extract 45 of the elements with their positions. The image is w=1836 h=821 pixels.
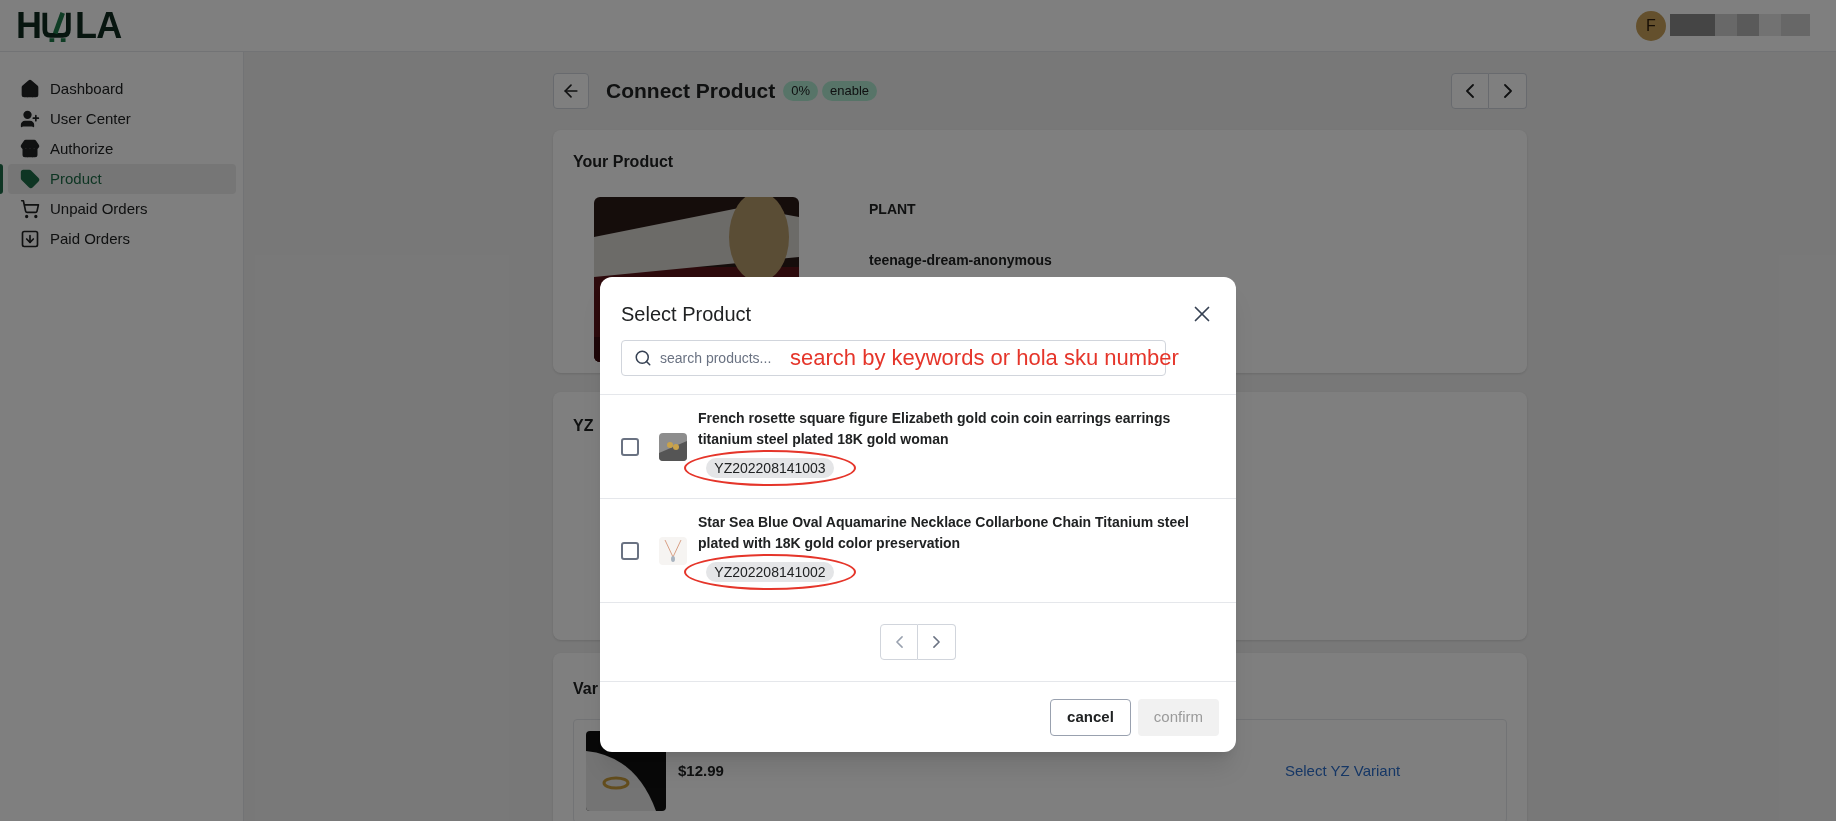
- tag-icon: [20, 169, 40, 189]
- sidebar-item[interactable]: User Center: [8, 104, 236, 134]
- modal-title: Select Product: [621, 302, 752, 327]
- sidebar-item[interactable]: Unpaid Orders: [8, 194, 236, 224]
- page-title: Connect Product: [606, 78, 776, 105]
- sidebar-item[interactable]: Dashboard: [8, 74, 236, 104]
- sku-tag: YZ202208141003: [706, 457, 834, 478]
- product-row[interactable]: French rosette square figure Elizabeth gold coin coin earrings earrings titanium steel plated 18K gold woman YZ202208141003: [600, 395, 1236, 499]
- card-title: YZ: [573, 416, 594, 436]
- previous-button[interactable]: [1451, 73, 1489, 109]
- checkbox[interactable]: [621, 437, 639, 456]
- download-icon: [20, 229, 40, 249]
- avatar[interactable]: F: [1636, 10, 1666, 41]
- store-icon: [20, 139, 40, 159]
- search-icon: [634, 349, 652, 367]
- variant-price: $12.99: [678, 760, 724, 781]
- select-variant-link[interactable]: Select YZ Variant: [1284, 759, 1401, 783]
- sidebar-item[interactable]: Authorize: [8, 134, 236, 164]
- card-title: Your Product: [573, 152, 675, 172]
- status-badge: 0%: [783, 81, 818, 101]
- selection-indicator: [0, 164, 3, 194]
- user-plus-icon: [20, 109, 40, 129]
- product-title: French rosette square figure Elizabeth gold coin coin earrings earrings titanium steel plated 18K gold woman: [698, 408, 1172, 449]
- back-button[interactable]: [553, 73, 589, 109]
- cart-icon: [20, 199, 40, 219]
- card-title: Var: [573, 679, 598, 699]
- cancel-button[interactable]: cancel: [1050, 698, 1131, 736]
- chevron-left-icon: [895, 636, 903, 648]
- logo: H LA: [16, 7, 122, 44]
- sidebar-item[interactable]: Product: [8, 164, 236, 194]
- product-name: PLANT: [869, 200, 917, 219]
- next-button[interactable]: [1489, 73, 1527, 109]
- chevron-right-icon: [933, 636, 940, 648]
- next-page-button[interactable]: [918, 624, 956, 660]
- chevron-right-icon: [1503, 84, 1512, 98]
- house-icon: [20, 79, 40, 99]
- product-title: Star Sea Blue Oval Aquamarine Necklace Collarbone Chain Titanium steel plated with 18K gold color preservation: [698, 512, 1190, 553]
- sidebar-item[interactable]: Paid Orders: [8, 224, 236, 254]
- annotation-text: search by keywords or hola sku number: [790, 344, 1179, 372]
- status-badge: enable: [821, 81, 877, 101]
- checkbox[interactable]: [621, 541, 639, 560]
- sku-tag: YZ202208141002: [706, 561, 834, 582]
- chevron-left-icon: [1466, 84, 1474, 98]
- product-row[interactable]: Star Sea Blue Oval Aquamarine Necklace Collarbone Chain Titanium steel plated with 18K gold color preservation YZ202208141002: [600, 499, 1236, 603]
- product-vendor: teenage-dream-anonymous: [869, 251, 1052, 270]
